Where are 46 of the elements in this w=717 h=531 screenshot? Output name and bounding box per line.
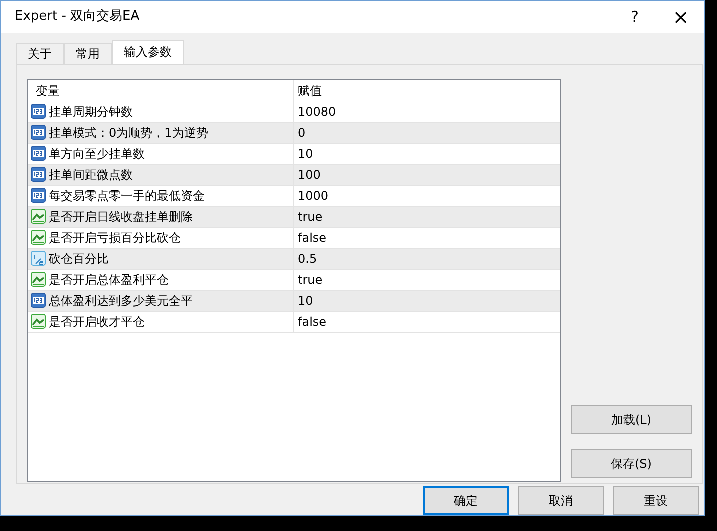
parameter-name: 单方向至少挂单数	[49, 146, 145, 163]
parameter-name: 挂单间距微点数	[49, 166, 133, 184]
ok-button[interactable]: 确定	[423, 486, 509, 515]
reset-button[interactable]: 重设	[613, 486, 699, 515]
parameter-value: 10080	[297, 104, 336, 121]
tab[interactable]: 常用	[64, 42, 112, 64]
chart-icon	[31, 230, 46, 246]
integer-icon	[31, 293, 46, 308]
integer-icon	[31, 188, 46, 204]
parameter-name: 挂单模式：0为顺势，1为逆势	[49, 124, 208, 142]
parameter-value: true	[297, 208, 323, 226]
parameter-value: 100	[297, 166, 321, 184]
column-header: 变量	[28, 80, 294, 102]
integer-icon	[31, 125, 46, 140]
parameter-value: 0.5	[297, 250, 318, 268]
help-button[interactable]: ?	[612, 2, 658, 32]
parameter-name: 是否开启收才平仓	[49, 314, 145, 331]
cancel-button[interactable]: 取消	[518, 486, 604, 515]
integer-icon	[31, 104, 46, 120]
tab[interactable]: 关于	[16, 42, 64, 64]
integer-icon	[31, 146, 46, 162]
load-button[interactable]: 加载(L)	[571, 405, 692, 434]
parameter-name: 砍仓百分比	[49, 250, 109, 268]
window-title: Expert - 双向交易EA	[15, 8, 141, 26]
parameter-name: 是否开启总体盈利平仓	[49, 272, 169, 289]
parameter-value: 0	[297, 124, 306, 142]
column-header: 赋值	[297, 82, 322, 100]
integer-icon	[31, 167, 46, 182]
save-button[interactable]: 保存(S)	[571, 449, 692, 478]
chart-icon	[31, 209, 46, 224]
tab[interactable]: 输入参数	[112, 40, 184, 64]
parameter-name: 总体盈利达到多少美元全平	[49, 292, 193, 310]
parameter-name: 每交易零点零一手的最低资金	[49, 188, 205, 205]
parameter-name: 是否开启日线收盘挂单删除	[49, 208, 193, 226]
chart-icon	[31, 314, 46, 330]
parameter-name: 是否开启亏损百分比砍仓	[49, 230, 181, 247]
parameter-value: 10	[297, 292, 314, 310]
close-button[interactable]: ×	[658, 2, 704, 32]
parameter-value: 1000	[297, 188, 329, 205]
parameter-value: false	[297, 230, 327, 247]
parameter-name: 挂单周期分钟数	[49, 104, 133, 121]
parameter-value: false	[297, 314, 327, 331]
parameter-value: true	[297, 272, 323, 289]
fraction-icon	[31, 251, 46, 266]
chart-icon	[31, 272, 46, 288]
parameter-value: 10	[297, 146, 314, 163]
